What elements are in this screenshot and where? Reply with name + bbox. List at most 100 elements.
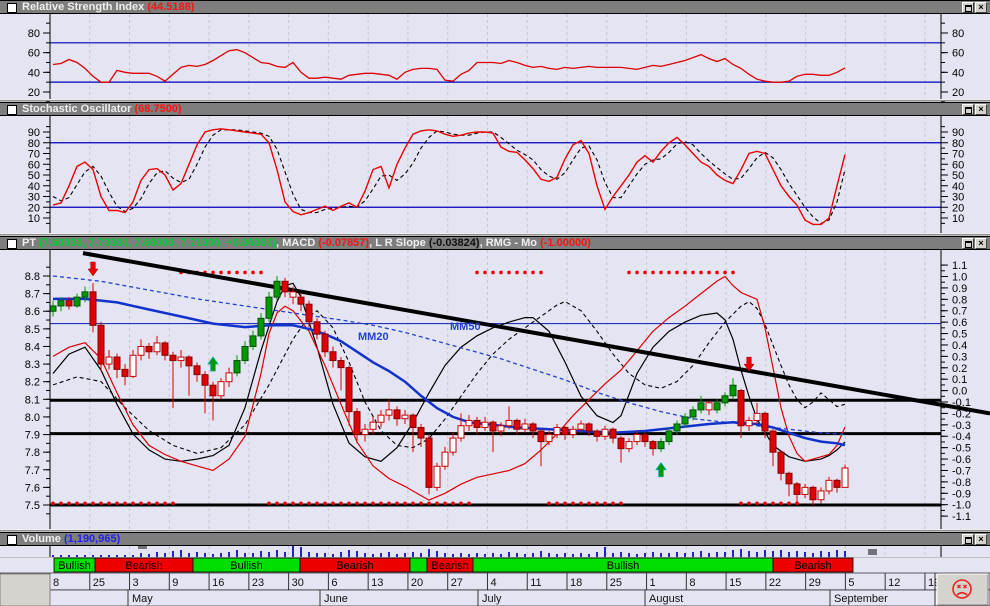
rmg-signal-dot [651,270,655,275]
axis-label: 0.2 [952,363,967,375]
rmg-signal-dot [515,270,519,275]
restore-icon[interactable] [962,238,974,249]
rmg-signal-dot [379,501,383,506]
panel-checkbox[interactable] [7,105,17,115]
candle-body [177,356,185,362]
panel-checkbox[interactable] [7,535,17,545]
month-label: July [482,593,502,605]
rmg-signal-dot [643,270,647,275]
week-label: 20 [411,577,423,589]
rmg-signal-dot [707,270,711,275]
candle-body [425,437,433,488]
band-label: Bearish [125,560,162,572]
rmg-signal-dot [227,270,231,275]
candle-body [633,434,641,443]
rmg-signal-dot [315,501,319,506]
candle-body [225,372,233,383]
axis-label: 8.3 [25,359,40,371]
rmg-signal-dot [91,501,95,506]
candle-body [641,434,649,443]
rmg-signal-dot [75,501,79,506]
week-label: 11 [530,577,541,589]
panel-checkbox[interactable] [7,239,17,249]
rmg-signal-dot [115,501,119,506]
volume-panel-titlebar: Volume (1,190,965) × [0,532,990,546]
rmg-signal-dot [403,501,407,506]
rmg-signal-dot [243,270,247,275]
close-icon[interactable]: × [975,2,987,13]
close-icon[interactable]: × [975,238,987,249]
candle-body [553,426,561,436]
rmg-signal-dot [435,501,439,506]
axis-label: -0.9 [952,488,971,500]
week-label: 6 [331,577,337,589]
restore-icon[interactable] [962,534,974,545]
candle-body [841,467,849,488]
rmg-signal-dot [603,501,607,506]
price-title-part: PT [22,237,40,249]
rmg-signal-dot [443,501,447,506]
close-icon[interactable]: × [975,104,987,115]
candle-body [233,360,241,374]
candle-body [745,419,753,427]
rmg-signal-dot [163,501,167,506]
axis-label: 7.8 [25,447,40,459]
candle-body [537,430,545,443]
price-title-part: (-0.07857) [318,237,370,249]
rmg-signal-dot [475,270,479,275]
week-label: 18 [570,577,582,589]
candle-body [705,402,713,411]
candle-body [689,409,697,418]
rmg-signal-dot [795,501,799,506]
candle-body [737,390,745,427]
axis-label: -0.5 [952,443,971,455]
restore-icon[interactable] [962,104,974,115]
rmg-signal-dot [251,270,255,275]
rmg-signal-dot [715,270,719,275]
rmg-signal-dot [747,501,751,506]
close-icon[interactable]: × [975,534,987,545]
rmg-signal-dot [147,501,151,506]
rmg-signal-dot [427,501,431,506]
rmg-signal-dot [531,270,535,275]
rmg-signal-dot [755,501,759,506]
rsi-panel-titlebar: Relative Strength Index (44.5188) × [0,0,990,14]
candle-body [97,324,105,365]
candle-body [673,423,681,432]
candle-body [385,409,393,416]
rmg-signal-dot [219,270,223,275]
candle-body [281,280,289,293]
week-label: 23 [252,577,264,589]
candle-body [465,419,473,427]
month-label: June [324,593,348,605]
candle-body [529,423,537,432]
rmg-signal-dot [539,270,543,275]
candle-body [457,425,465,439]
axis-label: 8.6 [25,306,40,318]
candle-body [345,367,353,413]
restore-icon[interactable] [962,2,974,13]
rmg-signal-dot [675,270,679,275]
axis-label: 20 [28,87,40,99]
rmg-signal-dot [83,501,87,506]
candle-body [105,356,113,365]
mm20-label: MM20 [358,331,389,343]
rmg-signal-dot [723,270,727,275]
band-label: Bullish [58,560,90,572]
candle-body [353,411,361,436]
rmg-signal-dot [659,270,663,275]
rmg-signal-dot [411,501,415,506]
rmg-signal-dot [131,501,135,506]
panel-checkbox[interactable] [7,3,17,13]
candle-body [209,384,217,397]
week-label: 4 [490,577,496,589]
stoch-value: (68.7500) [134,103,182,115]
rmg-signal-dot [571,501,575,506]
candle-body [449,437,457,453]
rmg-signal-dot [523,270,527,275]
week-label: 27 [451,577,463,589]
rmg-signal-dot [763,501,767,506]
candle-body [769,430,777,453]
candle-body [145,345,153,353]
rmg-signal-dot [387,501,391,506]
